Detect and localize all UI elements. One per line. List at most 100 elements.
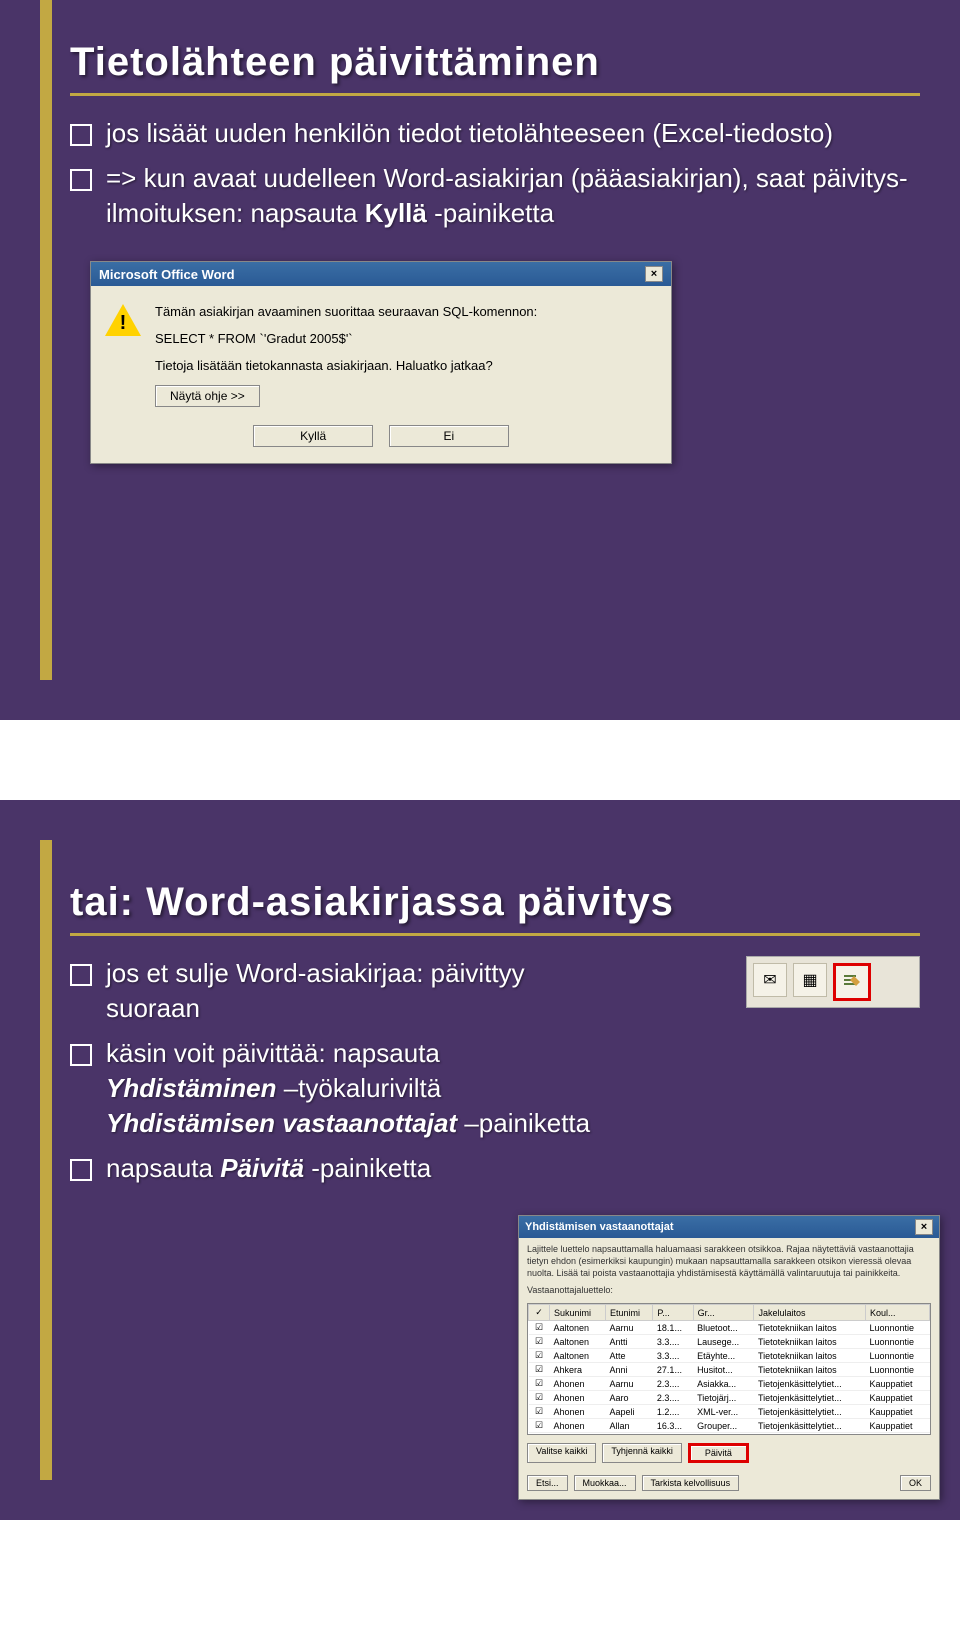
cell: Luonnontie bbox=[866, 1363, 930, 1377]
cell: Husitot... bbox=[693, 1363, 754, 1377]
no-button[interactable]: Ei bbox=[389, 425, 509, 447]
b2-post: –painiketta bbox=[457, 1108, 590, 1138]
bullet-2: käsin voit päivittää: napsauta Yhdistämi… bbox=[70, 1036, 610, 1141]
grid-icon[interactable]: ▦ bbox=[793, 963, 827, 997]
title-rule bbox=[70, 93, 920, 96]
bullet-2-text: käsin voit päivittää: napsauta Yhdistämi… bbox=[106, 1036, 610, 1141]
b2-bold2: Yhdistämisen vastaanottajat bbox=[106, 1108, 457, 1138]
cell: Aaltonen bbox=[550, 1321, 606, 1335]
envelope-icon[interactable]: ✉ bbox=[753, 963, 787, 997]
row-checkbox[interactable]: ☑ bbox=[529, 1405, 550, 1419]
cell: Tietotekniikan laitos bbox=[754, 1349, 866, 1363]
slide-2-content: tai: Word-asiakirjassa päivitys jos et s… bbox=[70, 880, 920, 1197]
cell: Tietojärj... bbox=[693, 1391, 754, 1405]
cell: Asiakka... bbox=[693, 1377, 754, 1391]
cell: XML-ver... bbox=[693, 1405, 754, 1419]
col-sukunimi[interactable]: Sukunimi bbox=[550, 1305, 606, 1321]
row-checkbox[interactable]: ☑ bbox=[529, 1377, 550, 1391]
table-row[interactable]: ☑AhonenAllan16.3...Grouper...Tietojenkäs… bbox=[529, 1419, 930, 1433]
table-row[interactable]: ☑AhonenAaro2.3....Tietojärj...Tietojenkä… bbox=[529, 1391, 930, 1405]
cell: Luonnontie bbox=[866, 1349, 930, 1363]
cell: Aarnu bbox=[605, 1321, 652, 1335]
cell: Kauppatiet bbox=[866, 1419, 930, 1433]
accent-bar bbox=[40, 0, 52, 680]
cell: 1.2.... bbox=[653, 1405, 693, 1419]
col-koul[interactable]: Koul... bbox=[866, 1305, 930, 1321]
bullet-1: jos lisäät uuden henkilön tiedot tietolä… bbox=[70, 116, 920, 151]
table-row[interactable]: ☑AaltonenAarnu18.1...Bluetoot...Tietotek… bbox=[529, 1321, 930, 1335]
recipients-buttons: Valitse kaikki Tyhjennä kaikki Päivitä E… bbox=[519, 1435, 939, 1499]
cell: Lausege... bbox=[693, 1335, 754, 1349]
bullet-1-text: jos lisäät uuden henkilön tiedot tietolä… bbox=[106, 116, 920, 151]
validate-button[interactable]: Tarkista kelvollisuus bbox=[642, 1475, 740, 1491]
cell: Ahonen bbox=[550, 1391, 606, 1405]
cell: 16.3... bbox=[653, 1419, 693, 1433]
yes-button[interactable]: Kyllä bbox=[253, 425, 373, 447]
cell: Luonnontie bbox=[866, 1335, 930, 1349]
cell: Grouper... bbox=[693, 1419, 754, 1433]
slide-2-body: jos et sulje Word-asiakirjaa: päivittyy … bbox=[70, 956, 920, 1197]
row-checkbox[interactable]: ☑ bbox=[529, 1349, 550, 1363]
cell: Aaltonen bbox=[550, 1349, 606, 1363]
recipients-desc: Lajittele luettelo napsauttamalla haluam… bbox=[519, 1238, 939, 1285]
col-p[interactable]: P... bbox=[653, 1305, 693, 1321]
row-checkbox[interactable]: ☑ bbox=[529, 1363, 550, 1377]
close-icon[interactable]: × bbox=[645, 266, 663, 282]
bullet-square-icon bbox=[70, 124, 92, 146]
cell: Tietotekniikan laitos bbox=[754, 1321, 866, 1335]
edit-list-icon bbox=[842, 972, 862, 992]
slide-2-title: tai: Word-asiakirjassa päivitys bbox=[70, 880, 920, 925]
col-etunimi[interactable]: Etunimi bbox=[605, 1305, 652, 1321]
dialog-line-1: Tämän asiakirjan avaaminen suorittaa seu… bbox=[155, 304, 657, 319]
recipients-table: ✓ Sukunimi Etunimi P... Gr... Jakelulait… bbox=[528, 1304, 930, 1435]
bullet-square-icon bbox=[70, 1044, 92, 1066]
recipients-button-highlighted[interactable] bbox=[833, 963, 871, 1001]
recipients-table-wrap: ✓ Sukunimi Etunimi P... Gr... Jakelulait… bbox=[527, 1303, 931, 1435]
find-button[interactable]: Etsi... bbox=[527, 1475, 568, 1491]
table-row[interactable]: ☑AaltonenAtte3.3....Etäyhte...Tietotekni… bbox=[529, 1349, 930, 1363]
bullet-square-icon bbox=[70, 169, 92, 191]
cell: Ahonen bbox=[550, 1405, 606, 1419]
close-icon[interactable]: × bbox=[915, 1219, 933, 1235]
word-sql-dialog: Microsoft Office Word × Tämän asiakirjan… bbox=[90, 261, 672, 464]
cell: 2.3.... bbox=[653, 1377, 693, 1391]
row-checkbox[interactable]: ☑ bbox=[529, 1391, 550, 1405]
cell: Ahkera bbox=[550, 1363, 606, 1377]
table-row[interactable]: ☑AaltonenAntti3.3....Lausege...Tietotekn… bbox=[529, 1335, 930, 1349]
row-checkbox[interactable]: ☑ bbox=[529, 1419, 550, 1433]
col-jakelulaitos[interactable]: Jakelulaitos bbox=[754, 1305, 866, 1321]
bullet-1: jos et sulje Word-asiakirjaa: päivittyy … bbox=[70, 956, 610, 1026]
recipients-titlebar: Yhdistämisen vastaanottajat × bbox=[519, 1216, 939, 1238]
slide-1: Tietolähteen päivittäminen jos lisäät uu… bbox=[0, 0, 960, 720]
slide-2-right: ✉ ▦ bbox=[630, 956, 920, 1197]
row-checkbox[interactable]: ☑ bbox=[529, 1321, 550, 1335]
cell: Tietotekniikan laitos bbox=[754, 1335, 866, 1349]
recipients-dialog: Yhdistämisen vastaanottajat × Lajittele … bbox=[518, 1215, 940, 1500]
bullet-3-text: napsauta Päivitä -painiketta bbox=[106, 1151, 610, 1186]
clear-all-button[interactable]: Tyhjennä kaikki bbox=[602, 1443, 682, 1463]
cell: Kauppatiet bbox=[866, 1377, 930, 1391]
row-checkbox[interactable]: ☑ bbox=[529, 1335, 550, 1349]
show-help-button[interactable]: Näytä ohje >> bbox=[155, 385, 260, 407]
edit-button[interactable]: Muokkaa... bbox=[574, 1475, 636, 1491]
dialog-line-2: SELECT * FROM `'Gradut 2005$'` bbox=[155, 331, 657, 346]
col-check[interactable]: ✓ bbox=[529, 1305, 550, 1321]
bullet-2-post: -painiketta bbox=[427, 198, 554, 228]
cell: Etäyhte... bbox=[693, 1349, 754, 1363]
table-row[interactable]: ☑AhonenAapeli1.2....XML-ver...Tietojenkä… bbox=[529, 1405, 930, 1419]
b2-mid: –työkaluriviltä bbox=[276, 1073, 441, 1103]
select-all-button[interactable]: Valitse kaikki bbox=[527, 1443, 596, 1463]
col-gr[interactable]: Gr... bbox=[693, 1305, 754, 1321]
slide-1-title: Tietolähteen päivittäminen bbox=[70, 40, 920, 85]
accent-bar bbox=[40, 840, 52, 1480]
b3-post: -painiketta bbox=[304, 1153, 431, 1183]
refresh-button-highlighted[interactable]: Päivitä bbox=[688, 1443, 749, 1463]
table-row[interactable]: ☑AhonenAarnu2.3....Asiakka...Tietojenkäs… bbox=[529, 1377, 930, 1391]
cell: 18.1... bbox=[653, 1321, 693, 1335]
cell: Kauppatiet bbox=[866, 1391, 930, 1405]
cell: Aarnu bbox=[605, 1377, 652, 1391]
cell: Ahonen bbox=[550, 1419, 606, 1433]
ok-button[interactable]: OK bbox=[900, 1475, 931, 1491]
table-row[interactable]: ☑AhkeraAnni27.1...Husitot...Tietotekniik… bbox=[529, 1363, 930, 1377]
cell: Tietojenkäsittelytiet... bbox=[754, 1377, 866, 1391]
